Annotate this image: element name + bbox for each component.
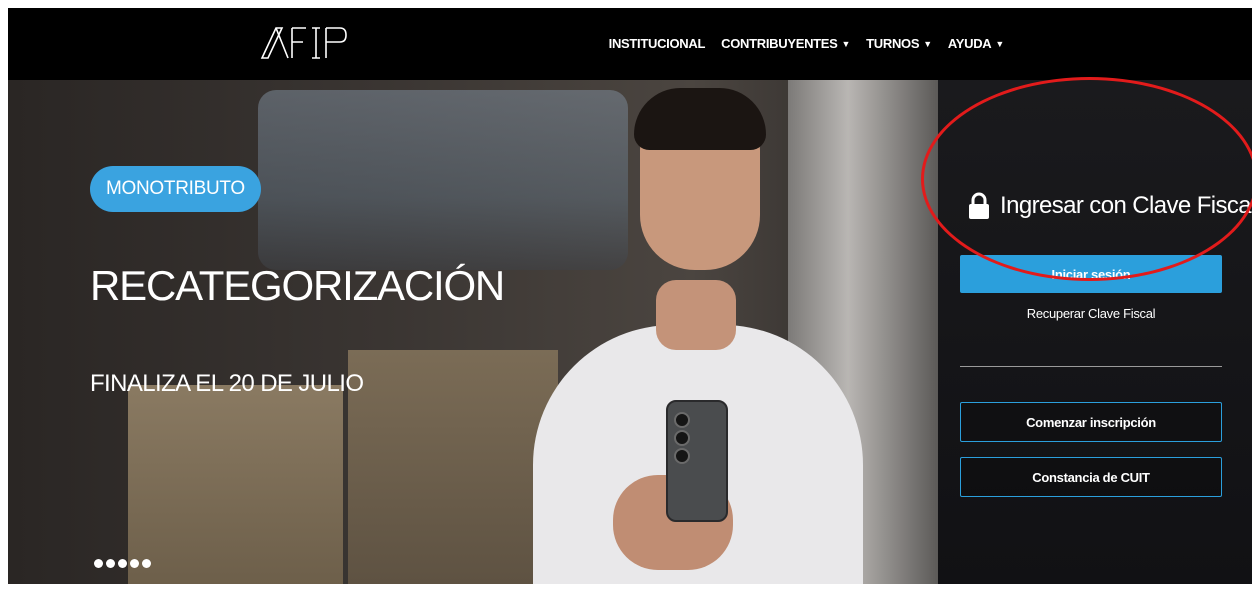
recover-password-link[interactable]: Recuperar Clave Fiscal <box>960 306 1222 321</box>
category-badge[interactable]: MONOTRIBUTO <box>90 166 261 212</box>
caret-down-icon: ▼ <box>995 38 1004 49</box>
background-van-window <box>258 90 628 270</box>
login-button[interactable]: Iniciar sesión <box>960 255 1222 293</box>
login-heading: Ingresar con Clave Fiscal <box>968 192 1252 220</box>
login-title-text: Ingresar con Clave Fiscal <box>1000 192 1252 219</box>
carousel-indicators <box>94 559 151 568</box>
background-box <box>348 350 558 584</box>
nav-label: TURNOS <box>866 36 920 51</box>
nav-contribuyentes[interactable]: CONTRIBUYENTES ▼ <box>721 36 850 51</box>
nav-label: INSTITUCIONAL <box>608 36 706 51</box>
carousel-dot[interactable] <box>106 559 115 568</box>
nav-ayuda[interactable]: AYUDA ▼ <box>948 36 1004 51</box>
divider <box>960 366 1222 367</box>
camera-lens-icon <box>674 430 690 446</box>
person-neck <box>656 280 736 350</box>
hero-carousel: MONOTRIBUTO RECATEGORIZACIÓN FINALIZA EL… <box>8 80 1252 584</box>
nav-label: AYUDA <box>947 36 992 51</box>
phone-image <box>666 400 728 522</box>
person-hair <box>634 88 766 150</box>
carousel-dot[interactable] <box>130 559 139 568</box>
lock-icon <box>969 192 989 219</box>
cuit-certificate-button[interactable]: Constancia de CUIT <box>960 457 1222 497</box>
caret-down-icon: ▼ <box>841 38 851 49</box>
caret-down-icon: ▼ <box>923 38 932 49</box>
hero-subheadline: FINALIZA EL 20 DE JULIO <box>90 370 364 397</box>
main-nav: INSTITUCIONAL CONTRIBUYENTES ▼ TURNOS ▼ … <box>608 36 1005 51</box>
afip-logo[interactable] <box>258 22 354 62</box>
carousel-dot[interactable] <box>118 559 127 568</box>
carousel-dot[interactable] <box>142 559 151 568</box>
hero-headline: RECATEGORIZACIÓN <box>90 262 505 309</box>
login-panel-background <box>938 80 1252 584</box>
top-navbar: INSTITUCIONAL CONTRIBUYENTES ▼ TURNOS ▼ … <box>8 8 1252 80</box>
nav-turnos[interactable]: TURNOS ▼ <box>866 36 932 51</box>
nav-label: CONTRIBUYENTES <box>721 36 838 51</box>
background-box <box>128 385 343 584</box>
carousel-dot-active[interactable] <box>94 559 103 568</box>
camera-lens-icon <box>674 412 690 428</box>
start-registration-button[interactable]: Comenzar inscripción <box>960 402 1222 442</box>
nav-institucional[interactable]: INSTITUCIONAL <box>608 36 706 51</box>
page-frame: INSTITUCIONAL CONTRIBUYENTES ▼ TURNOS ▼ … <box>8 8 1252 584</box>
camera-lens-icon <box>674 448 690 464</box>
